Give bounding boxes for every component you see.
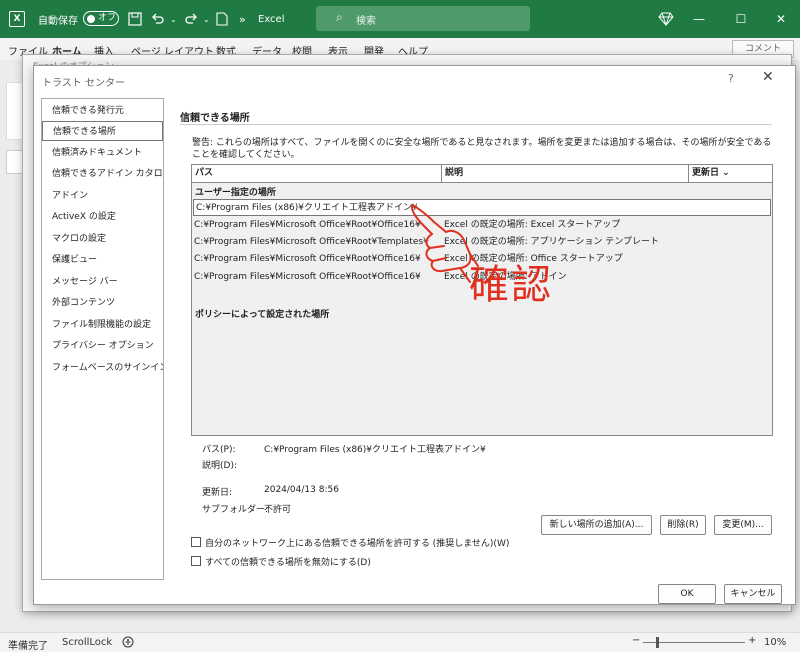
redo-icon[interactable]	[184, 0, 198, 38]
column-header-path[interactable]: パス	[192, 165, 442, 183]
table-row[interactable]: C:¥Program Files¥Microsoft Office¥Root¥O…	[192, 251, 772, 268]
title-bar: X 自動保存 オフ ⌄ ⌄ » Excel ⌕ 検索 — ☐ ✕	[0, 0, 800, 38]
cancel-button[interactable]: キャンセル	[724, 584, 782, 604]
nav-privacy-options[interactable]: プライバシー オプション	[42, 336, 163, 356]
nav-addins[interactable]: アドイン	[42, 186, 163, 206]
table-row[interactable]: C:¥Program Files¥Microsoft Office¥Root¥O…	[192, 217, 772, 234]
search-placeholder: 検索	[356, 16, 376, 27]
trust-center-dialog: トラスト センター ? ✕ 信頼できる発行元 信頼できる場所 信頼済みドキュメン…	[33, 65, 796, 605]
row-path: C:¥Program Files¥Microsoft Office¥Root¥T…	[194, 237, 429, 247]
subfolder-value: 不許可	[264, 505, 292, 515]
table-row[interactable]: C:¥Program Files¥Microsoft Office¥Root¥O…	[192, 269, 772, 286]
column-header-updated[interactable]: 更新日 ⌄	[689, 165, 772, 183]
autosave-label: 自動保存	[38, 15, 78, 27]
table-row[interactable]: C:¥Program Files¥Microsoft Office¥Root¥T…	[192, 234, 772, 251]
more-commands-icon[interactable]: »	[239, 0, 246, 38]
disable-all-locations-checkbox[interactable]	[191, 556, 201, 566]
description-label: 説明(D):	[202, 461, 237, 471]
status-bar: 準備完了 ScrollLock − + 10%	[0, 632, 800, 652]
status-scrolllock: ScrollLock	[62, 637, 113, 648]
disable-all-locations-label[interactable]: すべての信頼できる場所を無効にする(D)	[205, 555, 371, 568]
row-path: C:¥Program Files¥Microsoft Office¥Root¥O…	[194, 254, 421, 264]
warning-text: 警告: これらの場所はすべて、ファイルを開くのに安全な場所であると見なされます。…	[192, 138, 772, 160]
section-title: 信頼できる場所	[180, 113, 250, 124]
autosave-state: オフ	[98, 13, 117, 23]
accessibility-icon[interactable]	[122, 636, 134, 651]
nav-form-based-signin[interactable]: フォームベースのサインイン	[42, 358, 163, 378]
save-icon[interactable]	[128, 0, 142, 38]
remove-button[interactable]: 削除(R)	[660, 515, 706, 535]
column-header-description[interactable]: 説明	[442, 165, 689, 183]
trust-center-nav: 信頼できる発行元 信頼できる場所 信頼済みドキュメント 信頼できるアドイン カタ…	[41, 98, 164, 580]
nav-trusted-locations[interactable]: 信頼できる場所	[42, 121, 163, 141]
row-description: Excel の既定の場所: アプリケーション テンプレート	[444, 237, 660, 247]
nav-protected-view[interactable]: 保護ビュー	[42, 250, 163, 270]
zoom-slider-thumb[interactable]	[656, 637, 659, 648]
new-file-icon[interactable]	[216, 0, 228, 38]
subfolder-label: サブフォルダー:	[202, 505, 269, 515]
row-description: Excel の既定の場所: Excel スタートアップ	[444, 220, 621, 230]
row-path: C:¥Program Files (x86)¥クリエイト工程表アドイン¥	[196, 203, 418, 213]
table-row[interactable]: C:¥Program Files (x86)¥クリエイト工程表アドイン¥	[193, 199, 771, 216]
dialog-title: トラスト センター	[42, 78, 125, 89]
modify-button[interactable]: 変更(M)...	[714, 515, 772, 535]
close-icon[interactable]: ✕	[762, 69, 774, 85]
nav-message-bar[interactable]: メッセージ バー	[42, 272, 163, 292]
zoom-out-button[interactable]: −	[632, 635, 640, 646]
undo-dropdown-icon[interactable]: ⌄	[170, 0, 177, 38]
row-path: C:¥Program Files¥Microsoft Office¥Root¥O…	[194, 220, 421, 230]
nav-trusted-publishers[interactable]: 信頼できる発行元	[42, 101, 163, 121]
autosave-toggle[interactable]: オフ	[83, 11, 119, 26]
path-value: C:¥Program Files (x86)¥クリエイト工程表アドイン¥	[264, 445, 486, 455]
zoom-level[interactable]: 10%	[764, 637, 786, 648]
toggle-knob	[87, 15, 95, 23]
help-icon[interactable]: ?	[728, 72, 734, 85]
nav-trusted-addin-catalogs[interactable]: 信頼できるアドイン カタログ	[42, 164, 163, 184]
nav-trusted-documents[interactable]: 信頼済みドキュメント	[42, 143, 163, 163]
diamond-icon[interactable]	[658, 0, 674, 38]
group-user-locations: ユーザー指定の場所	[195, 188, 276, 198]
section-divider	[180, 124, 772, 125]
trusted-locations-grid: パス 説明 更新日 ⌄ ユーザー指定の場所 C:¥Program Files (…	[191, 164, 773, 436]
nav-activex-settings[interactable]: ActiveX の設定	[42, 207, 163, 227]
excel-logo-icon: X	[9, 11, 25, 27]
ok-button[interactable]: OK	[658, 584, 716, 604]
row-description: Excel の既定の場所: アドイン	[444, 272, 567, 282]
updated-value: 2024/04/13 8:56	[264, 485, 339, 495]
nav-macro-settings[interactable]: マクロの設定	[42, 229, 163, 249]
undo-icon[interactable]	[151, 0, 165, 38]
search-box[interactable]: ⌕ 検索	[316, 6, 530, 31]
redo-dropdown-icon[interactable]: ⌄	[203, 0, 210, 38]
sort-chevron-icon: ⌄	[722, 168, 730, 178]
path-label: パス(P):	[202, 445, 236, 455]
app-name: Excel	[258, 13, 285, 25]
updated-label: 更新日:	[202, 488, 233, 498]
nav-file-block-settings[interactable]: ファイル制限機能の設定	[42, 315, 163, 335]
add-location-button[interactable]: 新しい場所の追加(A)...	[541, 515, 652, 535]
zoom-in-button[interactable]: +	[748, 635, 756, 646]
minimize-icon[interactable]: —	[676, 0, 722, 38]
allow-network-locations-checkbox[interactable]	[191, 537, 201, 547]
status-ready: 準備完了	[8, 641, 48, 652]
close-window-icon[interactable]: ✕	[758, 0, 800, 38]
row-path: C:¥Program Files¥Microsoft Office¥Root¥O…	[194, 272, 421, 282]
group-policy-locations: ポリシーによって設定された場所	[195, 310, 330, 320]
nav-external-content[interactable]: 外部コンテンツ	[42, 293, 163, 313]
allow-network-locations-label[interactable]: 自分のネットワーク上にある信頼できる場所を許可する (推奨しません)(W)	[205, 536, 509, 549]
row-description: Excel の既定の場所: Office スタートアップ	[444, 254, 623, 264]
search-icon: ⌕	[336, 10, 343, 24]
column-header-updated-label: 更新日	[692, 168, 720, 178]
